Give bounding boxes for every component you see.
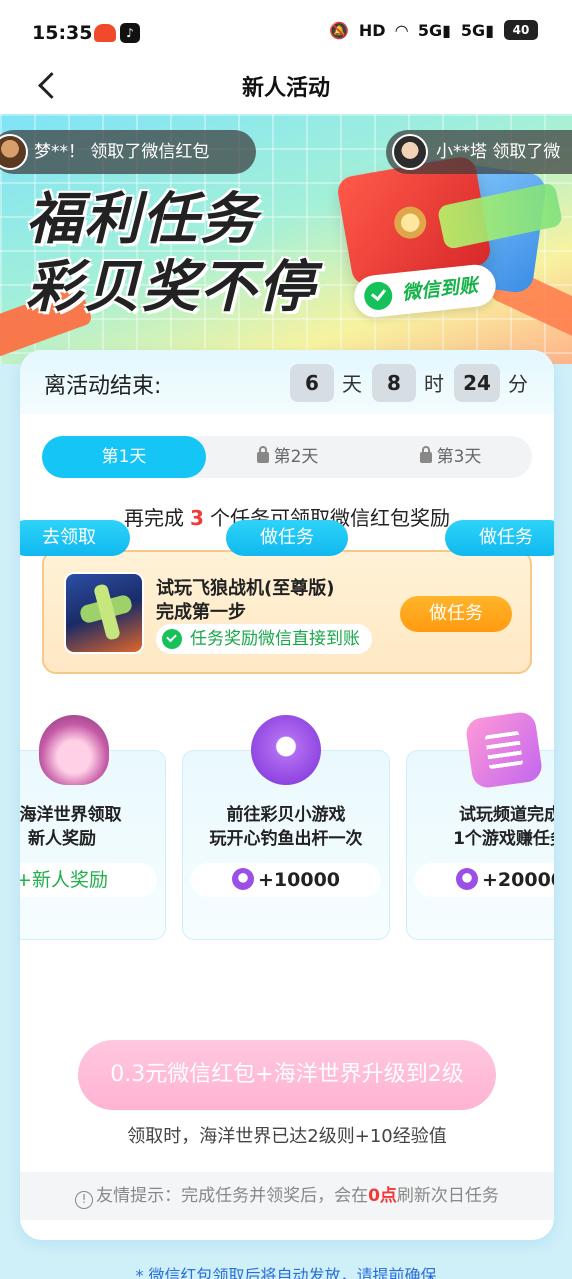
- activity-card: 离活动结束: 6 天 8 时 24 分 第1天 第2天 第3天 再完成 3 个任务可…: [20, 350, 554, 1240]
- friendly-tip: ! 友情提示：完成任务并领奖后，会在0点刷新次日任务: [20, 1172, 554, 1220]
- ticker-text: 小**塔 领取了微: [436, 142, 561, 162]
- signal-5g-1-icon: 5G▮: [417, 20, 451, 40]
- task-reward: +新人奖励: [20, 863, 157, 897]
- task-list-icon: [464, 710, 544, 790]
- do-task-button[interactable]: 做任务: [445, 520, 554, 556]
- task-reward-value: +10000: [257, 869, 341, 891]
- task-title: 前往彩贝小游戏 玩开心钓鱼出杆一次: [183, 803, 389, 851]
- tip-suffix: 刷新次日任务: [396, 1186, 499, 1206]
- mute-icon: 🔕: [328, 20, 349, 40]
- winner-ticker: 梦**！ 领取了微信红包: [0, 130, 256, 174]
- task-title-line2: 1个游戏赚任务: [453, 829, 554, 849]
- tab-label: 第1天: [101, 447, 147, 467]
- countdown-minutes: 24: [454, 364, 500, 402]
- task-title-line1: 往海洋世界领取: [20, 805, 122, 825]
- task-card-fishing: 前往彩贝小游戏 玩开心钓鱼出杆一次 +10000: [182, 715, 390, 940]
- avatar: [392, 134, 428, 170]
- remaining-count: 3: [190, 506, 204, 530]
- tab-label: 第3天: [436, 447, 482, 467]
- featured-task-title: 试玩飞狼战机(至尊版): [156, 578, 335, 599]
- app-notification-icon: [94, 24, 116, 42]
- countdown-days-unit: 天: [342, 372, 362, 396]
- tip-prefix: 友情提示：完成任务并领奖后，会在: [96, 1186, 369, 1206]
- task-reward-value: +20000: [481, 869, 554, 891]
- fighter-jet-game-icon: [64, 572, 144, 654]
- lock-icon: [419, 446, 432, 463]
- hd-icon: HD: [358, 20, 386, 40]
- envelope-clasp-icon: [391, 204, 429, 242]
- claim-note: 领取时，海洋世界已达2级则+10经验值: [127, 1126, 447, 1147]
- task-title-line1: 前往彩贝小游戏: [226, 805, 346, 825]
- countdown-bar: 离活动结束: 6 天 8 时 24 分: [20, 350, 554, 414]
- wechat-check-icon: [162, 629, 182, 649]
- page-title: 新人活动: [241, 76, 330, 101]
- tiktok-icon: ♪: [120, 23, 140, 43]
- tab-day2[interactable]: 第2天: [206, 436, 369, 478]
- wechat-reward-tag: 任务奖励微信直接到账: [156, 624, 372, 654]
- day-tabs: 第1天 第2天 第3天: [42, 436, 532, 478]
- task-reward: +20000: [415, 863, 554, 897]
- status-icons: 🔕 HD ◠ 5G▮ 5G▮ 40: [329, 20, 538, 40]
- do-task-button[interactable]: 做任务: [226, 520, 348, 556]
- tab-label: 第2天: [273, 447, 319, 467]
- claim-newbie-button[interactable]: 去领取: [20, 520, 130, 556]
- avatar: [0, 134, 28, 170]
- claim-reward-button[interactable]: 0.3元微信红包+海洋世界升级到2级: [78, 1040, 496, 1110]
- featured-do-task-button[interactable]: 做任务: [400, 596, 512, 632]
- winner-ticker: 小**塔 领取了微: [386, 130, 572, 174]
- tab-day1[interactable]: 第1天: [42, 436, 206, 478]
- featured-task-subtitle: 完成第一步: [156, 602, 246, 623]
- countdown-minutes-unit: 分: [508, 372, 528, 396]
- task-title-line1: 试玩频道完成: [459, 805, 554, 825]
- footer-note: * 微信红包领取后将自动发放，请提前确保: [135, 1266, 437, 1279]
- countdown-hours-unit: 时: [424, 372, 444, 396]
- ticker-text: 梦**！ 领取了微信红包: [34, 142, 210, 162]
- signal-5g-2-icon: 5G▮: [460, 20, 494, 40]
- task-card-channel: 试玩频道完成 1个游戏赚任务 +20000: [406, 710, 554, 940]
- status-time: 15:35: [32, 22, 93, 44]
- wechat-check-icon: [362, 280, 394, 312]
- banner-title-line2: 彩贝奖不停: [26, 254, 316, 320]
- tab-day3[interactable]: 第3天: [369, 436, 532, 478]
- wechat-badge-text: 微信到账: [400, 274, 479, 305]
- task-title-line2: 玩开心钓鱼出杆一次: [209, 829, 363, 849]
- task-card-ocean: 往海洋世界领取 新人奖励 +新人奖励: [20, 715, 166, 940]
- tip-highlight: 0点: [368, 1186, 397, 1206]
- task-title: 往海洋世界领取 新人奖励: [20, 803, 165, 851]
- task-title: 试玩频道完成 1个游戏赚任务: [407, 803, 554, 851]
- candy-shell-icon: [251, 715, 321, 785]
- status-bar: 15:35 ♪ 🔕 HD ◠ 5G▮ 5G▮ 40: [0, 0, 572, 64]
- pearl-shell-icon: [39, 715, 109, 785]
- task-reward: +10000: [191, 863, 381, 897]
- wechat-reward-text: 任务奖励微信直接到账: [190, 629, 360, 649]
- wifi-icon: ◠: [395, 20, 408, 40]
- lock-icon: [256, 446, 269, 463]
- info-icon: !: [75, 1191, 94, 1209]
- countdown-hours: 8: [372, 364, 416, 402]
- shell-coin-icon: [455, 868, 478, 890]
- countdown-days: 6: [290, 364, 334, 402]
- shell-coin-icon: [231, 868, 254, 890]
- nav-bar: 新人活动: [0, 64, 572, 114]
- countdown-label: 离活动结束:: [44, 374, 162, 399]
- featured-task-card: 试玩飞狼战机(至尊版) 完成第一步 任务奖励微信直接到账 做任务: [42, 550, 532, 674]
- remaining-prefix: 再完成: [124, 506, 185, 530]
- battery-icon: 40: [504, 20, 538, 40]
- task-title-line2: 新人奖励: [28, 829, 96, 849]
- promo-banner: 梦**！ 领取了微信红包 小**塔 领取了微 福利任务 彩贝奖不停 微信到账: [0, 114, 572, 364]
